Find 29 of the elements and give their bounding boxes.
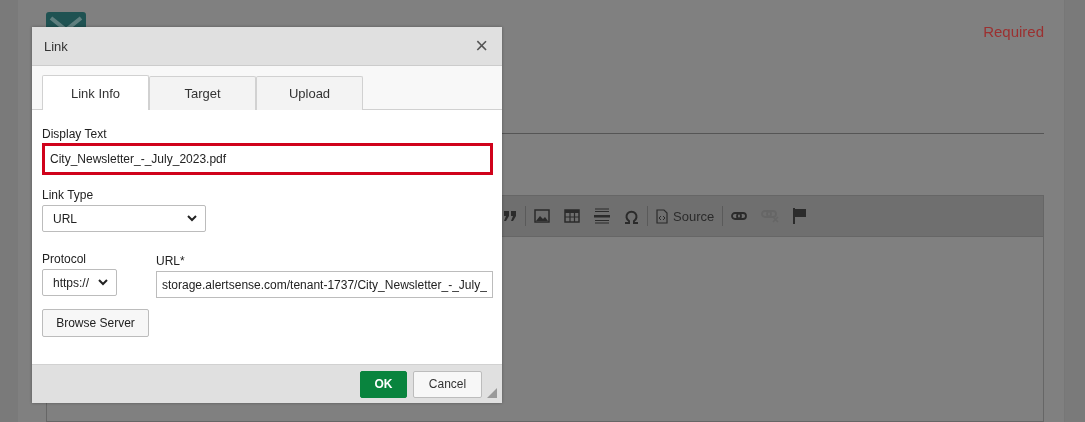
table-icon[interactable] [564, 209, 580, 223]
display-text-field[interactable]: City_Newsletter_-_July_2023.pdf [42, 143, 493, 175]
omega-icon[interactable] [624, 208, 639, 224]
horizontal-rule-icon[interactable] [594, 208, 610, 224]
link-type-select[interactable]: URL [42, 205, 206, 232]
link-icon[interactable] [731, 211, 748, 221]
field-label: Display Text [42, 127, 108, 141]
quote-icon[interactable] [503, 210, 517, 222]
url-field[interactable]: storage.alertsense.com/tenant-1737/City_Newsletter_-_July_ [156, 271, 493, 298]
cancel-button[interactable]: Cancel [413, 370, 482, 398]
dialog-tab[interactable]: Target [149, 76, 256, 110]
field-label: URL* [156, 254, 186, 268]
field-label: Protocol [42, 252, 88, 266]
caret-icon [98, 279, 108, 286]
protocol-select[interactable]: https:// [42, 269, 117, 296]
envelope-icon [46, 12, 86, 27]
browse-server-button[interactable]: Browse Server [42, 309, 149, 337]
close-button[interactable]: × [475, 36, 488, 56]
resize-grip-icon[interactable] [487, 388, 497, 398]
ok-button[interactable]: OK [360, 370, 407, 398]
flag-icon[interactable] [793, 208, 808, 224]
required-note: Required [983, 23, 1044, 40]
dialog-tab[interactable]: Link Info [42, 75, 149, 110]
dialog-tab[interactable]: Upload [256, 76, 363, 110]
field-label: Link Type [42, 188, 95, 202]
image-icon[interactable] [534, 209, 550, 223]
source-icon [656, 208, 668, 224]
caret-icon [187, 215, 197, 222]
dialog-title: Link [44, 38, 68, 54]
